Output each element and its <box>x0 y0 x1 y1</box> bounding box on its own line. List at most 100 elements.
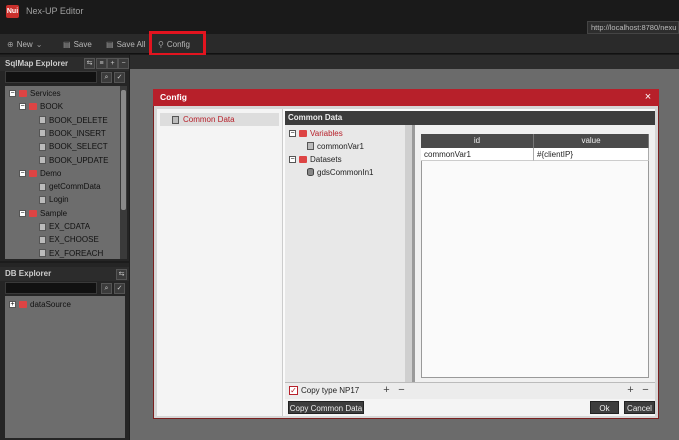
tree-item[interactable]: − Sample <box>19 207 67 220</box>
collapse-toggle-icon[interactable]: − <box>9 90 16 97</box>
dialog-title: Config <box>153 89 659 106</box>
add-tree-item-button[interactable]: + <box>381 385 392 396</box>
sqlmap-search-input[interactable] <box>5 71 97 83</box>
grid-header-id[interactable]: id <box>421 134 534 148</box>
db-explorer-title: DB Explorer <box>0 267 129 281</box>
remove-tree-item-button[interactable]: − <box>396 385 407 396</box>
tree-item[interactable]: BOOK_SELECT <box>29 140 108 153</box>
tree-item-label: Datasets <box>310 154 342 164</box>
config-nav <box>157 109 283 416</box>
chevron-down-icon: ⌄ <box>35 39 43 49</box>
tree-item[interactable]: BOOK_INSERT <box>29 127 106 140</box>
tree-item-label: BOOK_SELECT <box>49 142 108 152</box>
folder-icon <box>29 209 37 217</box>
tree-item[interactable]: − Services <box>9 87 61 100</box>
search-icon[interactable]: ⌕ <box>101 283 112 294</box>
sync-icon[interactable]: ⇆ <box>116 269 127 280</box>
tree-item[interactable]: EX_CHOOSE <box>29 233 99 246</box>
file-icon <box>39 142 46 151</box>
tree-item-label: BOOK_DELETE <box>49 115 108 125</box>
tree-item-label: Variables <box>310 128 343 138</box>
tree-item-label: getCommData <box>49 182 101 192</box>
grid-header-value[interactable]: value <box>534 134 649 148</box>
datasets-folder-icon <box>299 155 307 163</box>
filter-icon[interactable]: ≡ <box>96 58 107 69</box>
tree-item-datasource[interactable]: + dataSource <box>9 298 71 311</box>
save-all-button[interactable]: ▤ Save All <box>106 37 145 51</box>
tree-item-label: Demo <box>40 168 62 178</box>
search-icon[interactable]: ⌕ <box>101 72 112 83</box>
main-toolbar <box>0 34 679 54</box>
tree-item-label: gdsCommonIn1 <box>317 167 374 177</box>
tree-item[interactable]: EX_FOREACH <box>29 247 103 260</box>
tree-item[interactable]: BOOK_UPDATE <box>29 154 108 167</box>
save-icon: ▤ <box>63 39 71 49</box>
file-icon <box>39 116 46 125</box>
add-row-button[interactable]: + <box>625 385 636 396</box>
tree-item-label: Sample <box>40 208 68 218</box>
config-highlight-box <box>149 31 206 56</box>
dataset-icon <box>307 168 314 176</box>
new-label: New <box>16 39 33 49</box>
ok-button[interactable]: Ok <box>590 401 619 414</box>
tree-item-variables[interactable]: − Variables <box>289 127 343 139</box>
close-icon[interactable]: × <box>642 91 654 103</box>
db-tree: + dataSource <box>5 296 125 438</box>
common-data-tree: − Variables commonVar1 − Datasets gdsCom… <box>285 125 412 382</box>
collapse-toggle-icon[interactable]: − <box>19 209 26 217</box>
folder-icon <box>29 169 37 177</box>
tree-item[interactable]: getCommData <box>29 180 101 193</box>
folder-icon <box>19 301 27 308</box>
cancel-button[interactable]: Cancel <box>624 401 655 414</box>
url-field[interactable]: http://localhost:8780/nexu <box>587 21 679 34</box>
scroll-thumb[interactable] <box>121 90 126 210</box>
remove-row-button[interactable]: − <box>640 385 651 396</box>
grid-cell-id[interactable]: commonVar1 <box>421 148 534 161</box>
tree-item-gdscommonin1[interactable]: gdsCommonIn1 <box>307 166 373 178</box>
save-button[interactable]: ▤ Save <box>63 37 92 51</box>
plus-circle-icon: ⊕ <box>7 39 14 49</box>
expand-toggle-icon[interactable]: + <box>9 301 16 308</box>
remove-icon[interactable]: − <box>118 58 129 69</box>
collapse-toggle-icon[interactable]: − <box>19 169 26 177</box>
nav-item-label: Common Data <box>183 115 235 124</box>
table-icon <box>172 115 179 124</box>
sync-icon[interactable]: ⇆ <box>84 58 95 69</box>
tree-item-label: Services <box>30 89 61 98</box>
new-button[interactable]: ⊕ New ⌄ <box>7 37 42 51</box>
tree-item[interactable]: Login <box>29 193 69 206</box>
save-label: Save <box>73 39 92 49</box>
copy-common-data-button[interactable]: Copy Common Data <box>288 401 364 414</box>
window-titlebar <box>0 0 679 34</box>
collapse-toggle-icon[interactable]: − <box>19 103 26 111</box>
tree-item-label: BOOK_UPDATE <box>49 155 109 165</box>
file-icon <box>39 156 46 164</box>
collapse-toggle-icon[interactable]: − <box>289 129 296 137</box>
tree-item[interactable]: BOOK_DELETE <box>29 114 108 127</box>
editor-tab-strip <box>130 55 679 69</box>
tree-item-label: dataSource <box>30 300 71 309</box>
copy-type-checkbox[interactable]: ✓ <box>289 386 298 395</box>
check-icon[interactable]: ✓ <box>114 283 125 294</box>
file-icon <box>39 235 46 244</box>
common-data-tree-scrollbar[interactable] <box>405 125 412 382</box>
db-search-input[interactable] <box>5 282 97 294</box>
copy-type-label: Copy type NP17 <box>301 386 360 395</box>
app-logo: Nui <box>6 5 19 18</box>
grid-cell-value[interactable]: #{clientIP} <box>534 148 649 161</box>
tree-item[interactable]: − BOOK <box>19 100 63 113</box>
tree-item[interactable]: EX_CDATA <box>29 220 90 233</box>
tree-item-label: Login <box>49 195 69 205</box>
tree-item-commonvar1[interactable]: commonVar1 <box>307 140 364 152</box>
collapse-toggle-icon[interactable]: − <box>289 155 296 163</box>
add-icon[interactable]: + <box>107 58 118 69</box>
check-icon[interactable]: ✓ <box>114 72 125 83</box>
common-data-panel-title: Common Data <box>285 111 655 125</box>
tree-item-label: BOOK_INSERT <box>49 128 106 138</box>
sqlmap-tree-scrollbar[interactable] <box>120 86 127 259</box>
tree-item-datasets[interactable]: − Datasets <box>289 153 342 165</box>
folder-icon <box>19 90 27 97</box>
tree-item-label: commonVar1 <box>317 141 364 151</box>
nav-item-common-data[interactable]: Common Data <box>160 113 279 126</box>
tree-item[interactable]: − Demo <box>19 167 61 180</box>
